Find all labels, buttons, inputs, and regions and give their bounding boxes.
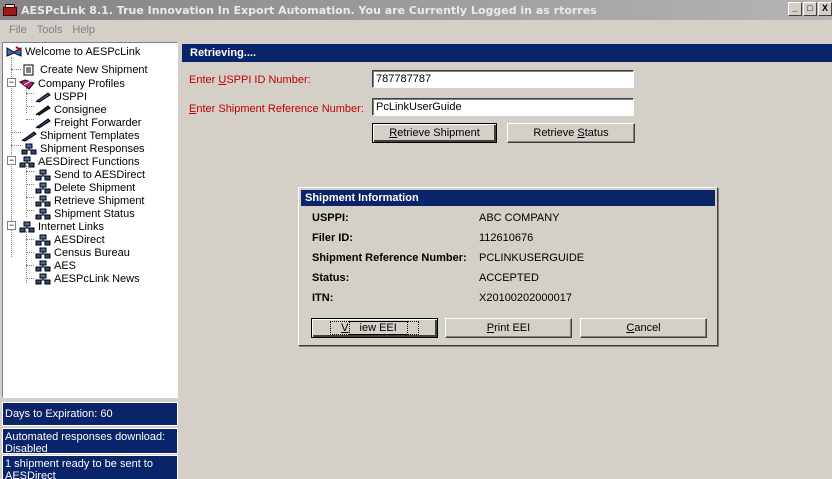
folder-pen-icon <box>19 78 35 90</box>
tree-label: Consignee <box>54 103 107 116</box>
pen-icon <box>35 104 51 116</box>
filer-id-value: 112610676 <box>479 232 534 244</box>
retrieve-shipment-button[interactable]: Retrieve Shipment <box>372 123 497 143</box>
tree-label: Shipment Responses <box>40 142 145 155</box>
responses-status: Automated responses download: Disabled <box>2 428 178 455</box>
tree-label: AESPcLink News <box>54 272 140 285</box>
tree-label: AESDirect <box>54 233 105 246</box>
ready-status: 1 shipment ready to be sent to AESDirect <box>2 455 178 479</box>
usppi-label: Enter USPPI ID Number: <box>189 74 311 86</box>
tree-item-internet-links[interactable]: Internet Links <box>19 220 104 233</box>
close-button[interactable]: X <box>818 2 832 16</box>
status-value: ACCEPTED <box>479 272 539 284</box>
expiration-status: Days to Expiration: 60 <box>2 402 178 426</box>
network-icon <box>35 234 51 246</box>
tree-label: AESDirect Functions <box>38 155 140 168</box>
tree-item-delete-shipment[interactable]: Delete Shipment <box>35 181 135 194</box>
print-eei-button[interactable]: Print EEI <box>445 318 572 338</box>
tree-item-shipment-status[interactable]: Shipment Status <box>35 207 135 220</box>
network-icon <box>35 169 51 181</box>
tree-label: AES <box>54 259 77 272</box>
network-icon <box>35 182 51 194</box>
network-icon <box>19 156 35 168</box>
menu-tools[interactable]: Tools <box>32 24 68 36</box>
window-controls: _ □ X <box>788 2 832 16</box>
tree-label: Company Profiles <box>38 77 125 90</box>
network-icon <box>35 247 51 259</box>
view-eei-button[interactable]: View EEI <box>311 318 438 338</box>
tree-label: Welcome to AESPcLink <box>25 45 141 58</box>
shipment-reference-label: Shipment Reference Number: <box>312 252 467 264</box>
pen-icon <box>35 91 51 103</box>
usppi-id-input[interactable]: 787787787 <box>372 70 634 88</box>
tree-label: Retrieve Shipment <box>54 194 145 207</box>
minimize-button[interactable]: _ <box>788 2 802 16</box>
tree-item-welcome[interactable]: Welcome to AESPcLink <box>6 45 140 58</box>
tree-item-retrieve-shipment[interactable]: Retrieve Shipment <box>35 194 145 207</box>
menu-help[interactable]: Help <box>67 24 100 36</box>
tree-item-aes[interactable]: AES <box>35 259 76 272</box>
tree-item-create-new-shipment[interactable]: Create New Shipment <box>21 63 148 76</box>
shield-cross-icon <box>6 45 22 58</box>
shipment-information-dialog: Shipment Information USPPI: ABC COMPANY … <box>298 187 718 346</box>
retrieve-status-button[interactable]: Retrieve Status <box>507 123 635 143</box>
filer-id-label: Filer ID: <box>312 232 353 244</box>
tree-label: Shipment Templates <box>40 129 140 142</box>
tree-label: USPPI <box>54 90 88 103</box>
tree-item-freight-forwarder[interactable]: Freight Forwarder <box>35 116 141 129</box>
tree-label: Internet Links <box>38 220 105 233</box>
tree-item-aespclink-news[interactable]: AESPcLink News <box>35 272 140 285</box>
itn-value: X20100202000017 <box>479 292 572 304</box>
dialog-title: Shipment Information <box>301 190 715 206</box>
tree-label: Shipment Status <box>54 207 135 220</box>
network-icon <box>35 208 51 220</box>
menu-file[interactable]: File <box>4 24 32 36</box>
tree-label: Send to AESDirect <box>54 168 146 181</box>
usppi-field-label: USPPI: <box>312 212 349 224</box>
network-icon <box>21 143 37 155</box>
navigation-tree: − − − Welcome to AESPcLink Create New Sh… <box>2 42 178 398</box>
cancel-button[interactable]: Cancel <box>580 318 707 338</box>
tree-item-consignee[interactable]: Consignee <box>35 103 107 116</box>
tree-label: Create New Shipment <box>40 63 148 76</box>
network-icon <box>35 260 51 272</box>
pen-icon <box>35 117 51 129</box>
tree-item-company-profiles[interactable]: Company Profiles <box>19 77 125 90</box>
menu-bar: File Tools Help <box>0 20 832 40</box>
tree-label: Freight Forwarder <box>54 116 142 129</box>
network-icon <box>35 273 51 285</box>
reference-label: Enter Shipment Reference Number: <box>189 103 364 115</box>
tree-item-aesdirect-functions[interactable]: AESDirect Functions <box>19 155 139 168</box>
network-icon <box>19 221 35 233</box>
document-icon <box>21 64 37 76</box>
usppi-field-value: ABC COMPANY <box>479 212 560 224</box>
tree-item-shipment-templates[interactable]: Shipment Templates <box>21 129 139 142</box>
tree-label: Census Bureau <box>54 246 130 259</box>
tree-item-usppi[interactable]: USPPI <box>35 90 87 103</box>
tree-item-census-bureau[interactable]: Census Bureau <box>35 246 130 259</box>
itn-label: ITN: <box>312 292 334 304</box>
page-title: Retrieving.... <box>182 44 832 62</box>
shipment-reference-value: PCLINKUSERGUIDE <box>479 252 585 264</box>
internet-links-expander[interactable]: − <box>7 221 16 230</box>
pen-icon <box>21 130 37 142</box>
tree-label: Delete Shipment <box>54 181 136 194</box>
tree-item-aesdirect-link[interactable]: AESDirect <box>35 233 105 246</box>
status-label: Status: <box>312 272 350 284</box>
company-profiles-expander[interactable]: − <box>7 78 16 87</box>
aesdirect-functions-expander[interactable]: − <box>7 156 16 165</box>
title-bar: AESPcLink 8.1. True Innovation In Export… <box>0 0 832 20</box>
network-icon <box>35 195 51 207</box>
window-title: AESPcLink 8.1. True Innovation In Export… <box>21 3 597 17</box>
maximize-button[interactable]: □ <box>803 2 817 16</box>
tree-item-send-to-aesdirect[interactable]: Send to AESDirect <box>35 168 145 181</box>
tree-item-shipment-responses[interactable]: Shipment Responses <box>21 142 145 155</box>
app-icon <box>2 3 18 17</box>
shipment-reference-input[interactable]: PcLinkUserGuide <box>372 98 634 116</box>
